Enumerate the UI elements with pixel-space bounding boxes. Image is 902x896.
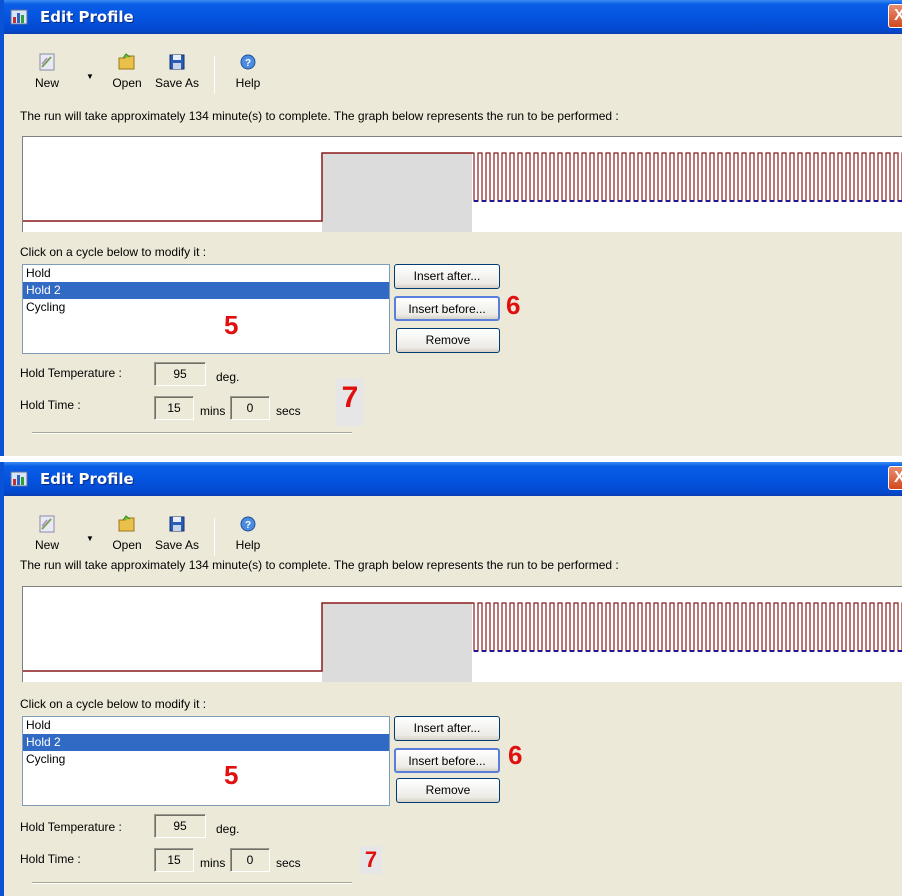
open-label: Open (112, 76, 142, 90)
help-label: Help (235, 76, 261, 90)
close-button[interactable]: X (888, 4, 902, 28)
toolbar-separator (214, 518, 215, 556)
save-disk-icon (169, 516, 185, 532)
cycle-item-hold-2[interactable]: Hold 2 (23, 282, 389, 299)
remove-button[interactable]: Remove (396, 328, 500, 353)
hold-time-label: Hold Time : (20, 852, 81, 866)
open-folder-icon (118, 515, 135, 532)
cycle-item-hold-2[interactable]: Hold 2 (23, 734, 389, 751)
save-as-label: Save As (154, 76, 200, 90)
hold-time-mins-unit: mins (200, 404, 226, 418)
close-icon: X (894, 7, 902, 24)
new-button[interactable]: New (24, 50, 70, 100)
callout-7: 7 (336, 378, 364, 426)
hold-time-mins-field[interactable]: 15 (154, 396, 194, 420)
window-title: Edit Profile (40, 8, 134, 26)
open-button[interactable]: Open (106, 50, 148, 100)
open-folder-icon (118, 53, 135, 70)
help-icon: ? (240, 54, 256, 70)
run-profile-graph (22, 136, 902, 232)
cycle-list-label: Click on a cycle below to modify it : (20, 245, 207, 259)
cycling-segment (473, 152, 902, 202)
new-profile-icon (39, 515, 55, 533)
hold-temperature-field[interactable]: 95 (154, 814, 206, 838)
callout-7: 7 (360, 846, 382, 874)
cycle-item-hold[interactable]: Hold (23, 265, 389, 282)
cycle-list-label: Click on a cycle below to modify it : (20, 697, 207, 711)
new-profile-icon (39, 53, 55, 71)
divider (32, 432, 352, 434)
hold-2-segment-highlight (322, 153, 472, 232)
dropdown-arrow-icon[interactable]: ▼ (86, 72, 94, 81)
cycling-segment (473, 602, 902, 652)
new-label: New (34, 76, 59, 90)
app-icon (10, 471, 28, 487)
save-disk-icon (169, 54, 185, 70)
help-button[interactable]: ? Help (230, 512, 266, 562)
hold-temperature-unit: deg. (216, 822, 240, 836)
hold-time-secs-unit: secs (276, 856, 301, 870)
dropdown-arrow-icon[interactable]: ▼ (86, 534, 94, 543)
cycle-item-hold[interactable]: Hold (23, 717, 389, 734)
new-label: New (34, 538, 59, 552)
divider (32, 882, 352, 884)
help-label: Help (235, 538, 261, 552)
hold-temperature-unit: deg. (216, 370, 240, 384)
callout-5: 5 (224, 760, 239, 790)
cycle-item-cycling[interactable]: Cycling (23, 299, 389, 316)
title-bar[interactable]: Edit Profile X (4, 462, 902, 496)
save-as-button[interactable]: Save As (152, 512, 202, 562)
hold-time-secs-unit: secs (276, 404, 301, 418)
hold-2-segment-highlight (322, 603, 472, 682)
open-label: Open (112, 538, 142, 552)
insert-after-button[interactable]: Insert after... (394, 264, 500, 289)
insert-before-button[interactable]: Insert before... (394, 296, 500, 321)
callout-6: 6 (508, 740, 523, 770)
hold-time-label: Hold Time : (20, 398, 81, 412)
help-button[interactable]: ? Help (230, 50, 266, 100)
hold-time-mins-unit: mins (200, 856, 226, 870)
hold-time-secs-field[interactable]: 0 (230, 848, 270, 872)
toolbar: New ▼ Open Save As ? Help (16, 50, 276, 104)
new-button[interactable]: New (24, 512, 70, 562)
cycling-line (473, 152, 902, 202)
close-icon: X (894, 469, 902, 486)
svg-text:?: ? (245, 58, 251, 69)
insert-before-button[interactable]: Insert before... (394, 748, 500, 773)
profile-chart (23, 152, 902, 232)
hold-temperature-field[interactable]: 95 (154, 362, 206, 386)
hold-temperature-label: Hold Temperature : (20, 366, 122, 380)
window-title: Edit Profile (40, 470, 134, 488)
profile-chart (23, 602, 902, 682)
cycle-item-cycling[interactable]: Cycling (23, 751, 389, 768)
hold-time-secs-field[interactable]: 0 (230, 396, 270, 420)
save-as-button[interactable]: Save As (152, 50, 202, 100)
toolbar-separator (214, 56, 215, 94)
run-profile-graph (22, 586, 902, 682)
callout-6: 6 (506, 290, 521, 320)
save-as-label: Save As (154, 538, 200, 552)
cycle-list[interactable]: Hold Hold 2 Cycling (22, 716, 390, 806)
app-icon (10, 9, 28, 25)
title-bar[interactable]: Edit Profile X (4, 0, 902, 34)
insert-after-button[interactable]: Insert after... (394, 716, 500, 741)
edit-profile-window: Edit Profile X New ▼ Open Sa (0, 462, 902, 896)
run-duration-text: The run will take approximately 134 minu… (20, 109, 619, 123)
callout-5: 5 (224, 310, 239, 340)
svg-text:?: ? (245, 520, 251, 531)
hold-temperature-label: Hold Temperature : (20, 820, 122, 834)
cycle-list[interactable]: Hold Hold 2 Cycling (22, 264, 390, 354)
close-button[interactable]: X (888, 466, 902, 490)
help-icon: ? (240, 516, 256, 532)
open-button[interactable]: Open (106, 512, 148, 562)
remove-button[interactable]: Remove (396, 778, 500, 803)
cycling-line (473, 602, 902, 652)
hold-time-mins-field[interactable]: 15 (154, 848, 194, 872)
run-duration-text: The run will take approximately 134 minu… (20, 558, 619, 572)
edit-profile-window: Edit Profile X New ▼ Open Sa (0, 0, 902, 456)
